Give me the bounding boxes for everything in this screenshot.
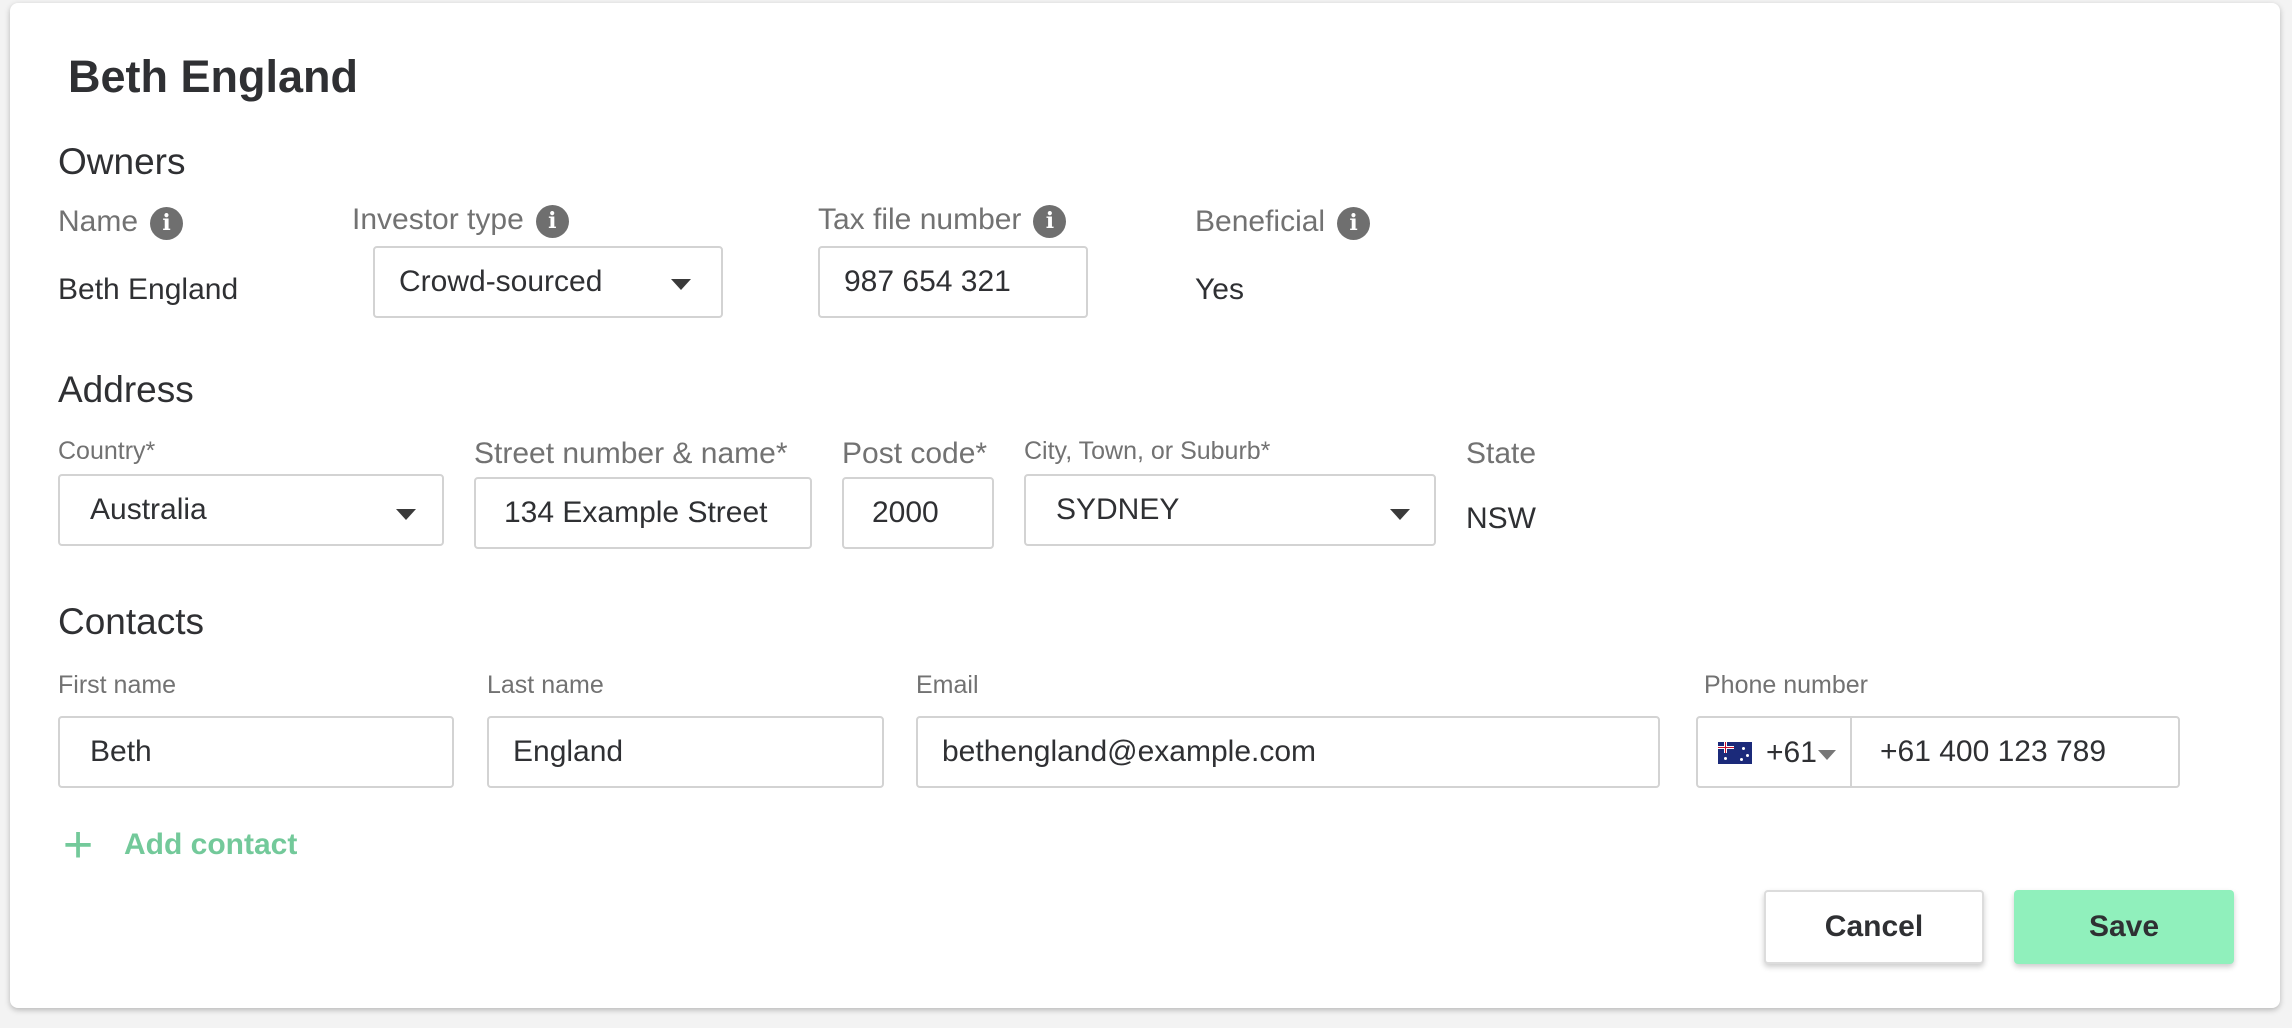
name-value: Beth England: [58, 273, 239, 306]
edit-owner-dialog: Beth England Owners Name i Beth England I…: [10, 3, 2280, 1008]
page-title: Beth England: [68, 51, 358, 102]
australia-flag-icon: [1718, 742, 1752, 764]
country-select[interactable]: Australia: [58, 474, 444, 546]
beneficial-label-text: Beneficial: [1195, 205, 1326, 238]
cancel-button[interactable]: Cancel: [1764, 890, 1984, 964]
investor-type-label: Investor type i: [352, 203, 569, 238]
investor-type-select[interactable]: Crowd-sourced: [373, 246, 723, 318]
state-value: NSW: [1466, 502, 1536, 535]
first-name-label: First name: [58, 671, 177, 699]
phone-number-input[interactable]: +61 400 123 789: [1850, 716, 2180, 788]
address-section-title: Address: [58, 369, 194, 410]
investor-type-value: Crowd-sourced: [399, 265, 603, 298]
tax-file-label: Tax file number i: [818, 203, 1067, 238]
last-name-label: Last name: [487, 671, 604, 699]
tax-file-input[interactable]: 987 654 321: [818, 246, 1088, 318]
city-label: City, Town, or Suburb*: [1024, 437, 1271, 465]
city-value: SYDNEY: [1056, 493, 1180, 526]
last-name-input[interactable]: England: [487, 716, 884, 788]
save-button[interactable]: Save: [2014, 890, 2234, 964]
name-label-text: Name: [58, 205, 139, 238]
country-label: Country*: [58, 437, 156, 465]
investor-type-label-text: Investor type: [352, 203, 524, 236]
postcode-input[interactable]: 2000: [842, 477, 994, 549]
chevron-down-icon: [1818, 750, 1836, 760]
add-contact-button[interactable]: + Add contact: [58, 816, 298, 874]
email-label: Email: [916, 671, 979, 699]
info-icon[interactable]: i: [150, 206, 184, 240]
email-input[interactable]: bethengland@example.com: [916, 716, 1660, 788]
street-label: Street number & name*: [474, 437, 788, 470]
postcode-label: Post code*: [842, 437, 988, 470]
plus-icon: +: [62, 816, 94, 874]
city-select[interactable]: SYDNEY: [1024, 474, 1436, 546]
chevron-down-icon: [671, 279, 691, 290]
phone-label: Phone number: [1704, 671, 1869, 699]
beneficial-value: Yes: [1195, 273, 1244, 306]
beneficial-label: Beneficial i: [1195, 205, 1371, 240]
name-label: Name i: [58, 205, 184, 240]
phone-country-select[interactable]: +61: [1696, 716, 1852, 788]
info-icon[interactable]: i: [1337, 206, 1371, 240]
phone-country-code: +61: [1766, 736, 1817, 769]
street-input[interactable]: 134 Example Street: [474, 477, 812, 549]
contacts-section-title: Contacts: [58, 601, 205, 642]
country-value: Australia: [90, 493, 207, 526]
tax-file-label-text: Tax file number: [818, 203, 1022, 236]
chevron-down-icon: [1390, 509, 1410, 520]
state-label: State: [1466, 437, 1537, 470]
info-icon[interactable]: i: [535, 204, 569, 238]
first-name-input[interactable]: Beth: [58, 716, 454, 788]
owners-section-title: Owners: [58, 141, 186, 182]
chevron-down-icon: [396, 509, 416, 520]
add-contact-label: Add contact: [124, 828, 298, 861]
info-icon[interactable]: i: [1033, 204, 1067, 238]
